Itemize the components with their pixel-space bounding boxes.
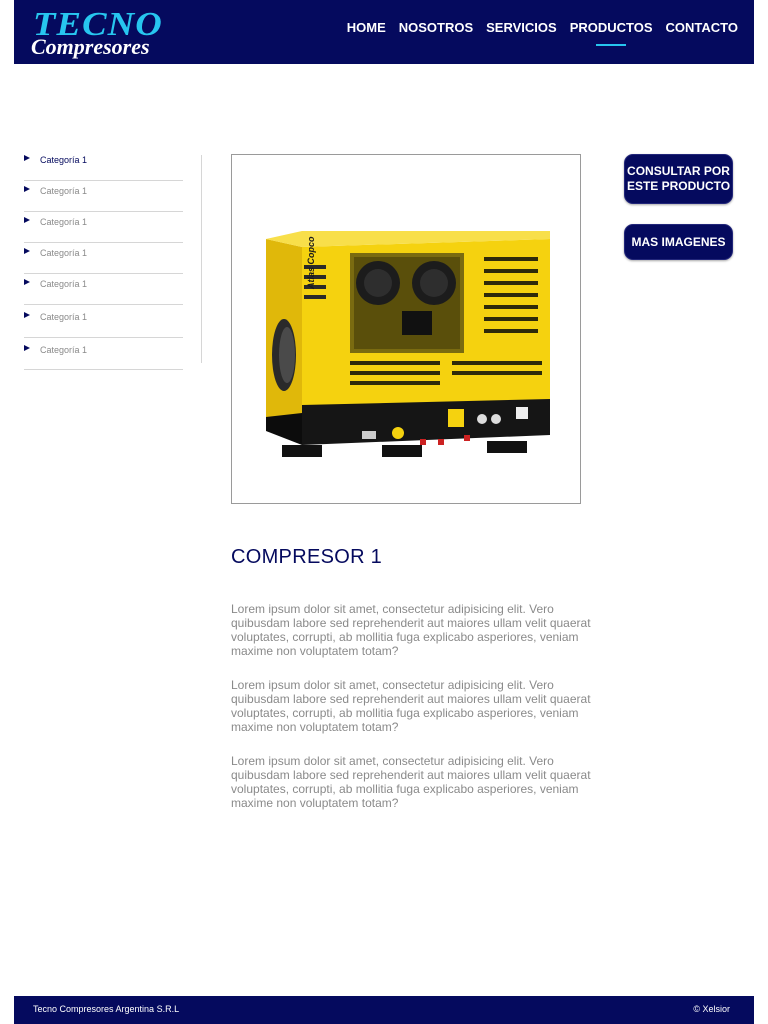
nav-contacto[interactable]: CONTACTO bbox=[666, 20, 738, 36]
compressor-image: Atlas Copco bbox=[266, 231, 550, 457]
product-description: Lorem ipsum dolor sit amet, consectetur … bbox=[231, 678, 591, 734]
triangle-right-icon bbox=[24, 155, 30, 161]
sidebar-divider bbox=[201, 155, 202, 363]
product-image-frame[interactable]: Atlas Copco bbox=[231, 154, 581, 504]
mas-imagenes-button[interactable]: MAS IMAGENES bbox=[624, 224, 733, 260]
triangle-right-icon bbox=[24, 279, 30, 285]
consultar-button[interactable]: CONSULTAR POR ESTE PRODUCTO bbox=[624, 154, 733, 204]
product-description: Lorem ipsum dolor sit amet, consectetur … bbox=[231, 754, 591, 810]
triangle-right-icon bbox=[24, 345, 30, 351]
site-footer: Tecno Compresores Argentina S.R.L © Xels… bbox=[14, 996, 754, 1024]
logo[interactable]: TECNO Compresores bbox=[31, 8, 171, 60]
nav-nosotros[interactable]: NOSOTROS bbox=[399, 20, 473, 36]
sidebar-item-category[interactable]: Categoría 1 bbox=[24, 338, 183, 370]
main-nav: HOME NOSOTROS SERVICIOS PRODUCTOS CONTAC… bbox=[334, 20, 738, 46]
triangle-right-icon bbox=[24, 217, 30, 223]
sidebar-item-category[interactable]: Categoría 1 bbox=[24, 181, 183, 212]
triangle-right-icon bbox=[24, 248, 30, 254]
sidebar-item-label: Categoría 1 bbox=[40, 279, 88, 289]
product-title: COMPRESOR 1 bbox=[231, 546, 383, 568]
sidebar-item-category[interactable]: Categoría 1 bbox=[24, 243, 183, 274]
site-header: TECNO Compresores HOME NOSOTROS SERVICIO… bbox=[14, 0, 754, 64]
sidebar-item-label: Categoría 1 bbox=[40, 345, 88, 355]
sidebar-item-label: Categoría 1 bbox=[40, 186, 88, 196]
triangle-right-icon bbox=[24, 186, 30, 192]
sidebar-item-category[interactable]: Categoría 1 bbox=[24, 274, 183, 305]
sidebar-item-label: Categoría 1 bbox=[40, 155, 88, 165]
sidebar-item-category[interactable]: Categoría 1 bbox=[24, 212, 183, 243]
sidebar-item-category[interactable]: Categoría 1 bbox=[24, 305, 183, 338]
sidebar-item-label: Categoría 1 bbox=[40, 248, 88, 258]
nav-productos[interactable]: PRODUCTOS bbox=[570, 20, 653, 46]
nav-servicios[interactable]: SERVICIOS bbox=[486, 20, 557, 36]
footer-credit[interactable]: © Xelsior bbox=[693, 1004, 730, 1014]
brand-badge: Atlas Copco bbox=[306, 236, 316, 290]
logo-line-2: Compresores bbox=[31, 34, 150, 59]
sidebar-item-category[interactable]: Categoría 1 bbox=[24, 150, 183, 181]
sidebar-item-label: Categoría 1 bbox=[40, 312, 88, 322]
triangle-right-icon bbox=[24, 312, 30, 318]
nav-home[interactable]: HOME bbox=[347, 20, 386, 36]
category-sidebar: Categoría 1 Categoría 1 Categoría 1 Cate… bbox=[24, 150, 183, 370]
footer-company: Tecno Compresores Argentina S.R.L bbox=[33, 1004, 180, 1014]
sidebar-item-label: Categoría 1 bbox=[40, 217, 88, 227]
product-description: Lorem ipsum dolor sit amet, consectetur … bbox=[231, 602, 591, 658]
